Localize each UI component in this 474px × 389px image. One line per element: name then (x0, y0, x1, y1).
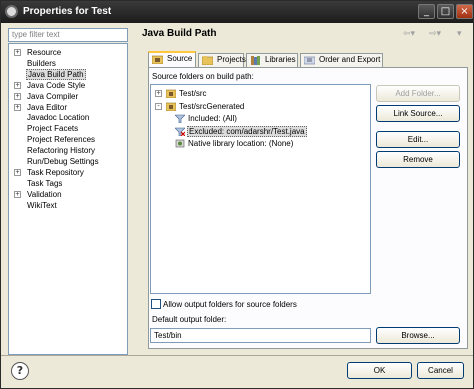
expand-icon[interactable]: + (155, 90, 162, 97)
menu-icon[interactable]: ▾ (457, 29, 462, 39)
tab-projects[interactable]: Projects (198, 53, 246, 67)
expand-icon[interactable]: + (14, 81, 21, 89)
source-item-label: Test/src (179, 89, 207, 98)
ok-button[interactable]: OK (347, 362, 412, 379)
back-arrow-icon[interactable]: ⇦▾ (403, 29, 415, 39)
source-tree-item[interactable]: Excluded: com/adarshr/Test.java (151, 125, 370, 137)
cancel-button[interactable]: Cancel (417, 362, 464, 379)
expand-icon[interactable]: + (14, 168, 21, 176)
build-path-tabs: Source Projects Libraries Order and Expo… (148, 51, 468, 68)
close-button[interactable]: × (456, 4, 473, 19)
add-folder-button[interactable]: Add Folder... (376, 85, 460, 102)
projects-icon (202, 56, 213, 65)
remove-button[interactable]: Remove (376, 151, 460, 168)
tree-item-label: Java Compiler (27, 91, 79, 101)
source-item-label: Excluded: com/adarshr/Test.java (187, 125, 307, 137)
native-library-icon (175, 139, 185, 148)
order-export-icon (304, 56, 315, 65)
property-page-tree: + Resource Builders Java Build Path + Java Co… (8, 43, 128, 355)
minimize-button[interactable]: _ (418, 4, 435, 19)
tree-item[interactable]: + Java Editor (9, 102, 127, 113)
tree-item-label: Task Tags (27, 178, 63, 188)
expand-icon[interactable]: + (14, 103, 21, 111)
maximize-button[interactable]: □ (437, 4, 454, 19)
source-tree-item[interactable]: Native library location: (None) (151, 138, 370, 149)
tree-item[interactable]: Task Tags (9, 178, 127, 189)
tree-item[interactable]: Java Build Path (9, 68, 127, 80)
tree-item-label: Java Code Style (27, 80, 86, 90)
browse-button[interactable]: Browse... (376, 327, 460, 344)
tree-item[interactable]: Javadoc Location (9, 112, 127, 123)
source-folder-icon (152, 55, 163, 64)
title-bar: Properties for Test _ □ × (1, 1, 473, 23)
tree-item[interactable]: + Validation (9, 189, 127, 200)
source-item-label: Native library location: (None) (188, 139, 294, 148)
tree-item[interactable]: Project References (9, 134, 127, 145)
edit-button[interactable]: Edit... (376, 131, 460, 148)
tree-item[interactable]: + Java Code Style (9, 80, 127, 91)
tab-source-label: Source (167, 54, 193, 63)
tree-item[interactable]: Builders (9, 58, 127, 69)
source-folders-label: Source folders on build path: (152, 72, 254, 81)
source-tree-item[interactable]: Included: (All) (151, 113, 370, 124)
tree-item-label: Run/Debug Settings (27, 157, 99, 166)
filter-placeholder: type filter text (12, 30, 60, 39)
tab-order-export-label: Order and Export (319, 55, 381, 64)
tree-item[interactable]: + Task Repository (9, 167, 127, 178)
source-folders-tree[interactable]: + Test/src - Test/srcGenerated Included: (Al… (150, 84, 371, 294)
expand-icon[interactable]: + (14, 92, 21, 100)
package-folder-icon (166, 102, 176, 111)
source-tree-item[interactable]: - Test/srcGenerated (151, 101, 370, 112)
page-title: Java Build Path (142, 28, 217, 39)
allow-output-label: Allow output folders for source folders (163, 300, 297, 309)
tree-item-label: Task Repository (27, 167, 84, 177)
included-filter-icon (175, 114, 185, 123)
source-tree-item[interactable]: + Test/src (151, 88, 370, 99)
output-folder-field[interactable]: Test/bin (150, 328, 371, 343)
expand-icon[interactable]: + (14, 49, 21, 56)
allow-output-checkbox[interactable] (151, 299, 161, 309)
eclipse-icon (5, 5, 18, 18)
tree-item-label: Refactoring History (27, 146, 96, 156)
tab-projects-label: Projects (217, 55, 246, 64)
tree-item-label: Builders (27, 58, 56, 68)
tree-item[interactable]: Refactoring History (9, 145, 127, 156)
package-folder-icon (166, 89, 176, 98)
filter-input[interactable]: type filter text (8, 28, 128, 42)
output-folder-label: Default output folder: (152, 315, 227, 324)
tree-item-label: Java Editor (27, 102, 68, 112)
tree-item-label: Resource (27, 48, 62, 57)
forward-arrow-icon[interactable]: ⇨▾ (429, 29, 441, 39)
tree-item[interactable]: Project Facets (9, 123, 127, 134)
tree-item-label: WikiText (27, 200, 57, 210)
libraries-icon (251, 56, 260, 65)
tab-libraries[interactable]: Libraries (246, 53, 298, 67)
tree-item[interactable]: + Java Compiler (9, 91, 127, 102)
window-title: Properties for Test (23, 6, 112, 17)
collapse-icon[interactable]: - (155, 102, 162, 110)
tab-libraries-label: Libraries (265, 55, 296, 64)
properties-dialog: Properties for Test _ □ × type filter te… (0, 0, 474, 389)
tree-item[interactable]: Run/Debug Settings (9, 156, 127, 167)
source-item-label: Included: (All) (188, 114, 237, 123)
tree-item-label: Validation (27, 189, 62, 199)
tree-item[interactable]: WikiText (9, 200, 127, 211)
footer-separator (1, 355, 473, 356)
tree-item-label: Java Build Path (26, 68, 86, 80)
help-icon[interactable]: ? (11, 362, 29, 380)
tab-source[interactable]: Source (148, 51, 196, 68)
tree-item[interactable]: + Resource (9, 47, 127, 58)
tab-order-export[interactable]: Order and Export (300, 53, 383, 67)
excluded-filter-icon (175, 127, 185, 136)
tree-item-label: Project References (27, 135, 96, 145)
tree-item-label: Javadoc Location (27, 113, 90, 123)
expand-icon[interactable]: + (14, 190, 21, 198)
link-source-button[interactable]: Link Source... (376, 105, 460, 122)
source-item-label: Test/srcGenerated (179, 101, 245, 111)
tree-item-label: Project Facets (27, 124, 79, 134)
